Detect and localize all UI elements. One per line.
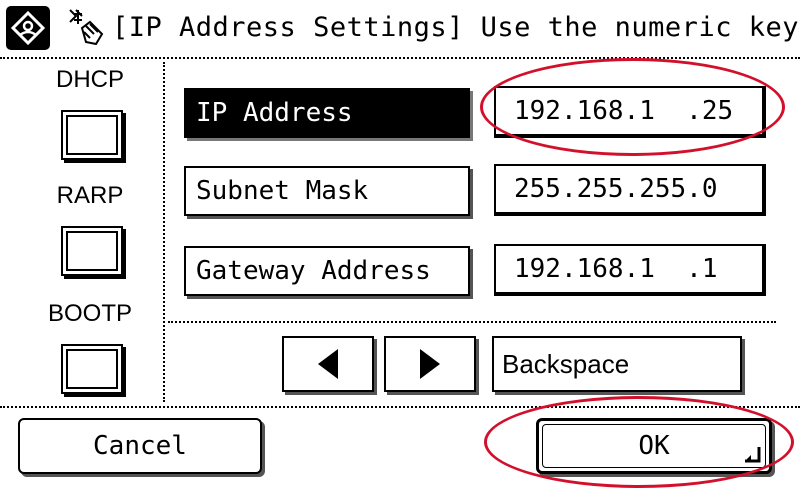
- fields-divider: [168, 321, 776, 323]
- ok-button[interactable]: OK: [536, 418, 772, 474]
- gateway-address-value: 192.168.1 .1: [514, 254, 718, 284]
- footer-divider: [0, 406, 800, 408]
- enter-corner-icon: [745, 447, 761, 463]
- hand-press-icon: [68, 8, 108, 48]
- backspace-label: Backspace: [502, 348, 630, 379]
- ip-address-button[interactable]: IP Address: [184, 88, 470, 138]
- bootp-label: BOOTP: [47, 300, 132, 327]
- bootp-toggle[interactable]: [61, 344, 123, 394]
- cancel-button[interactable]: Cancel: [18, 418, 262, 474]
- gateway-address-field[interactable]: 192.168.1 .1: [494, 244, 766, 296]
- backspace-button[interactable]: Backspace: [492, 336, 742, 392]
- subnet-mask-field[interactable]: 255.255.255.0: [494, 164, 766, 216]
- gateway-address-button[interactable]: Gateway Address: [184, 246, 470, 296]
- cancel-label: Cancel: [93, 431, 187, 461]
- ip-address-field[interactable]: 192.168.1 .25: [494, 86, 766, 138]
- rarp-label: RARP: [56, 182, 124, 209]
- cursor-left-button[interactable]: [282, 336, 374, 392]
- cursor-right-button[interactable]: [384, 336, 476, 392]
- subnet-mask-button[interactable]: Subnet Mask: [184, 166, 470, 216]
- gateway-address-label: Gateway Address: [196, 256, 431, 286]
- title-bar: [IP Address Settings] Use the numeric ke…: [0, 0, 800, 56]
- dhcp-label: DHCP: [55, 66, 124, 93]
- subnet-mask-label: Subnet Mask: [196, 176, 369, 206]
- triangle-left-icon: [318, 349, 338, 379]
- ok-label: OK: [638, 431, 670, 461]
- column-divider: [163, 62, 165, 402]
- triangle-right-icon: [420, 349, 440, 379]
- dhcp-toggle[interactable]: [61, 110, 123, 160]
- home-menu-icon[interactable]: [6, 6, 50, 50]
- page-title: [IP Address Settings] Use the numeric ke…: [112, 12, 800, 43]
- subnet-mask-value: 255.255.255.0: [514, 174, 718, 204]
- rarp-toggle[interactable]: [61, 226, 123, 276]
- settings-screen: [IP Address Settings] Use the numeric ke…: [0, 0, 800, 492]
- ip-address-value: 192.168.1 .25: [514, 96, 734, 126]
- ip-address-label: IP Address: [196, 98, 353, 128]
- title-divider: [0, 57, 800, 59]
